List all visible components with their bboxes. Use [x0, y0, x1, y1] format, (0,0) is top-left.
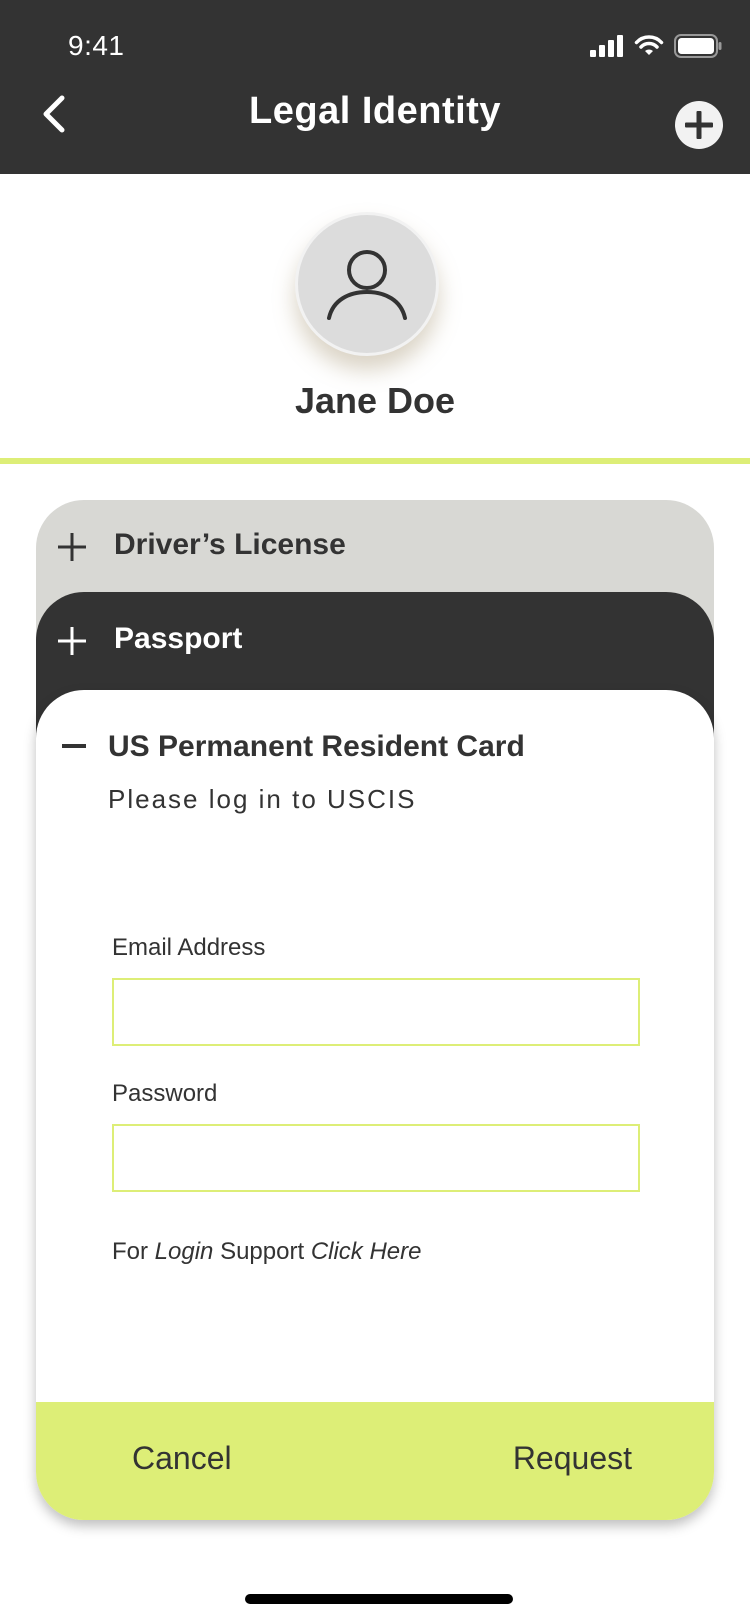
avatar	[295, 212, 439, 356]
card-subtitle: Please log in to USCIS	[108, 784, 417, 814]
wifi-icon	[634, 35, 664, 55]
accordion-label-passport: Passport	[114, 622, 243, 655]
accordion-resident-card: US Permanent Resident Card Please log in…	[36, 690, 714, 1520]
support-link[interactable]: Click Here	[311, 1238, 422, 1265]
support-login-word: Login	[154, 1238, 214, 1265]
email-field[interactable]	[112, 978, 640, 1046]
login-support-text: For Login Support Click Here	[112, 1238, 422, 1266]
profile-section: Jane Doe	[0, 174, 750, 456]
password-label: Password	[112, 1080, 218, 1107]
battery-icon	[674, 34, 722, 58]
support-prefix: For	[112, 1238, 155, 1265]
add-circle-icon	[675, 101, 723, 149]
accordion-label-drivers-license: Driver’s License	[114, 528, 346, 561]
app-header: 9:41 Legal Identity	[0, 0, 750, 174]
divider	[0, 458, 750, 464]
status-icons	[590, 32, 722, 60]
page-title: Legal Identity	[249, 90, 501, 132]
user-icon	[327, 250, 407, 320]
card-title: US Permanent Resident Card	[108, 730, 525, 763]
home-indicator[interactable]	[245, 1594, 513, 1604]
plus-icon	[58, 627, 86, 655]
email-label: Email Address	[112, 934, 266, 961]
profile-name: Jane Doe	[294, 380, 456, 421]
support-middle: Support	[213, 1238, 311, 1265]
password-field[interactable]	[112, 1124, 640, 1192]
action-bar: Cancel Request	[36, 1402, 714, 1520]
minus-icon[interactable]	[62, 744, 86, 748]
signal-icon	[590, 35, 623, 57]
add-identity-button[interactable]	[674, 100, 724, 150]
status-time: 9:41	[68, 30, 125, 61]
request-button[interactable]: Request	[513, 1440, 632, 1477]
cancel-button[interactable]: Cancel	[132, 1440, 232, 1477]
plus-icon	[58, 533, 86, 561]
